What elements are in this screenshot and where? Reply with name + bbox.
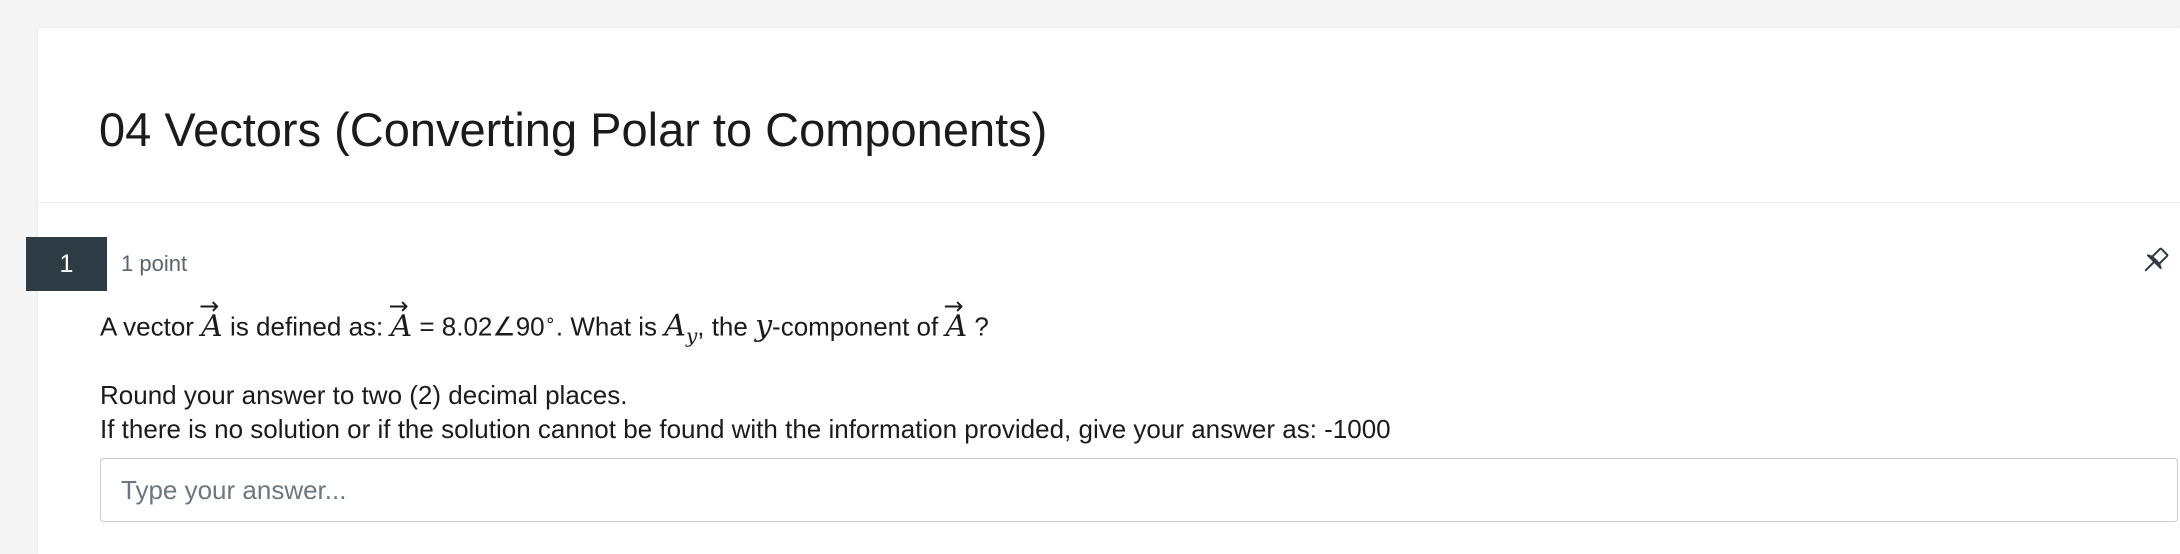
answer-input[interactable] xyxy=(100,458,2178,522)
vector-arrow: → xyxy=(943,291,964,320)
question-number: 1 xyxy=(26,237,107,291)
pin-icon[interactable] xyxy=(2138,244,2172,278)
title-header: 04 Vectors (Converting Polar to Componen… xyxy=(38,28,2180,203)
question-text-segment: , the xyxy=(697,311,756,342)
question-text-segment: A vector xyxy=(100,311,202,342)
question-text: A vector → A is defined as: → A = 8.02∠90∘… xyxy=(100,294,989,356)
question-text-segment: ? xyxy=(967,311,989,342)
component-symbol: A xyxy=(664,308,686,344)
vector-a-symbol: → A xyxy=(199,294,223,342)
component-subscript: y xyxy=(685,323,698,348)
degree-symbol: ∘ xyxy=(544,310,556,330)
rounding-instruction: Round your answer to two (2) decimal pla… xyxy=(100,380,628,410)
vector-magnitude-angle: = 8.02∠90 xyxy=(412,311,545,342)
page-title: 04 Vectors (Converting Polar to Componen… xyxy=(99,103,1048,156)
no-solution-instruction: If there is no solution or if the soluti… xyxy=(100,414,1391,444)
question-text-segment: -component of xyxy=(772,311,946,342)
vector-arrow: → xyxy=(388,291,409,320)
question-points: 1 point xyxy=(121,251,188,276)
question-text-segment: . What is xyxy=(555,311,665,342)
vector-a-symbol: → A xyxy=(388,294,412,342)
vector-a-symbol: → A xyxy=(943,294,967,342)
vector-arrow: → xyxy=(199,291,220,320)
y-variable: y xyxy=(755,308,773,344)
question-text-segment: is defined as: xyxy=(222,311,391,342)
question-instructions: Round your answer to two (2) decimal pla… xyxy=(100,378,1391,446)
